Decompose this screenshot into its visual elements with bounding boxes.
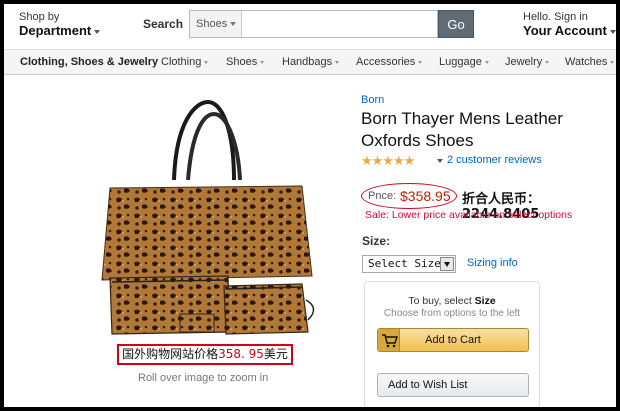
nav-item-clothing[interactable]: Clothing	[161, 56, 209, 68]
nav-item-clothing-shoes-jewelry[interactable]: Clothing, Shoes & Jewelry	[20, 56, 158, 68]
chevron-down-icon	[94, 29, 101, 34]
chevron-down-icon	[610, 60, 615, 64]
account-menu[interactable]: Hello. Sign in Your Account	[523, 11, 616, 37]
search-input[interactable]: Shoes	[189, 10, 438, 38]
caption-prefix: 国外购物网站价格	[122, 347, 219, 361]
brand-link[interactable]: Born	[361, 94, 384, 106]
nav-item-label: Shoes	[226, 56, 258, 68]
add-to-cart-button[interactable]: Add to Cart	[377, 328, 529, 352]
buy-box: To buy, select Size Choose from options …	[364, 281, 540, 407]
nav-item-label: Clothing	[161, 56, 202, 68]
nav-item-label: Jewelry	[505, 56, 543, 68]
nav-item-accessories[interactable]: Accessories	[356, 56, 423, 68]
add-to-cart-label: Add to Cart	[425, 334, 481, 346]
search-label: Search	[143, 17, 184, 31]
nav-item-shoes[interactable]: Shoes	[226, 56, 265, 68]
buy-hint-prefix: To buy, select	[408, 295, 475, 307]
price-value: $358.95	[400, 188, 451, 204]
chevron-down-icon	[204, 60, 209, 64]
search-category-value: Shoes	[196, 18, 228, 30]
top-header: Shop by Department Search Shoes Go Hello…	[4, 4, 616, 44]
buy-hint-bold: Size	[474, 295, 496, 307]
department-label: Department	[19, 23, 92, 38]
app-window: Shop by Department Search Shoes Go Hello…	[4, 4, 616, 407]
shop-by-label: Shop by	[19, 11, 60, 23]
chevron-down-icon	[335, 60, 340, 64]
size-select-value: Select Size	[368, 257, 441, 270]
chevron-down-icon[interactable]	[437, 159, 443, 163]
caption-suffix: 美元	[263, 347, 288, 361]
sale-notice: Sale: Lower price available on select op…	[365, 209, 573, 221]
category-nav-bar: Clothing, Shoes & Jewelry Clothing Shoes…	[4, 49, 616, 75]
caption-price: 358. 95	[218, 347, 264, 361]
cart-icon	[378, 329, 400, 351]
size-select[interactable]: Select Size	[362, 255, 456, 273]
product-image[interactable]	[96, 100, 322, 336]
chevron-down-icon	[418, 60, 423, 64]
chevron-down-icon	[260, 60, 265, 64]
search-category-dropdown[interactable]: Shoes	[190, 11, 242, 37]
nav-item-luggage[interactable]: Luggage	[439, 56, 489, 68]
your-account-label: Your Account	[523, 23, 607, 38]
nav-item-label: Accessories	[356, 56, 416, 68]
chevron-down-icon	[484, 60, 489, 64]
nav-item-watches[interactable]: Watches	[565, 56, 615, 68]
dropdown-arrow-icon	[440, 257, 454, 271]
price-label: Pnce:	[368, 190, 397, 202]
customer-reviews-link[interactable]: 2 customer reviews	[447, 154, 542, 166]
go-button[interactable]: Go	[438, 10, 474, 38]
size-label: Size:	[362, 234, 391, 248]
buy-sub-hint: Choose from options to the left	[383, 308, 521, 319]
nav-item-jewelry[interactable]: Jewelry	[505, 56, 550, 68]
nav-item-label: Handbags	[282, 56, 333, 68]
add-to-wishlist-button[interactable]: Add to Wish List	[377, 373, 529, 397]
nav-item-label: Luggage	[439, 56, 482, 68]
nav-item-handbags[interactable]: Handbags	[282, 56, 340, 68]
shop-by-department-menu[interactable]: Shop by Department	[19, 11, 101, 38]
nav-item-label: Watches	[565, 56, 608, 68]
sizing-info-link[interactable]: Sizing info	[467, 257, 518, 269]
chevron-down-icon	[545, 60, 550, 64]
sign-in-label: Hello. Sign in	[523, 11, 588, 23]
product-title: Born Thayer Mens Leather Oxfords Shoes	[361, 109, 563, 150]
rating-stars[interactable]: ★★★★★	[361, 153, 415, 169]
chevron-down-icon	[230, 22, 237, 27]
image-price-caption: 国外购物网站价格358. 95美元	[117, 344, 293, 365]
chevron-down-icon	[609, 29, 616, 34]
buy-hint: To buy, select Size	[365, 295, 539, 307]
zoom-hint: Roll over image to zoom in	[138, 372, 269, 384]
